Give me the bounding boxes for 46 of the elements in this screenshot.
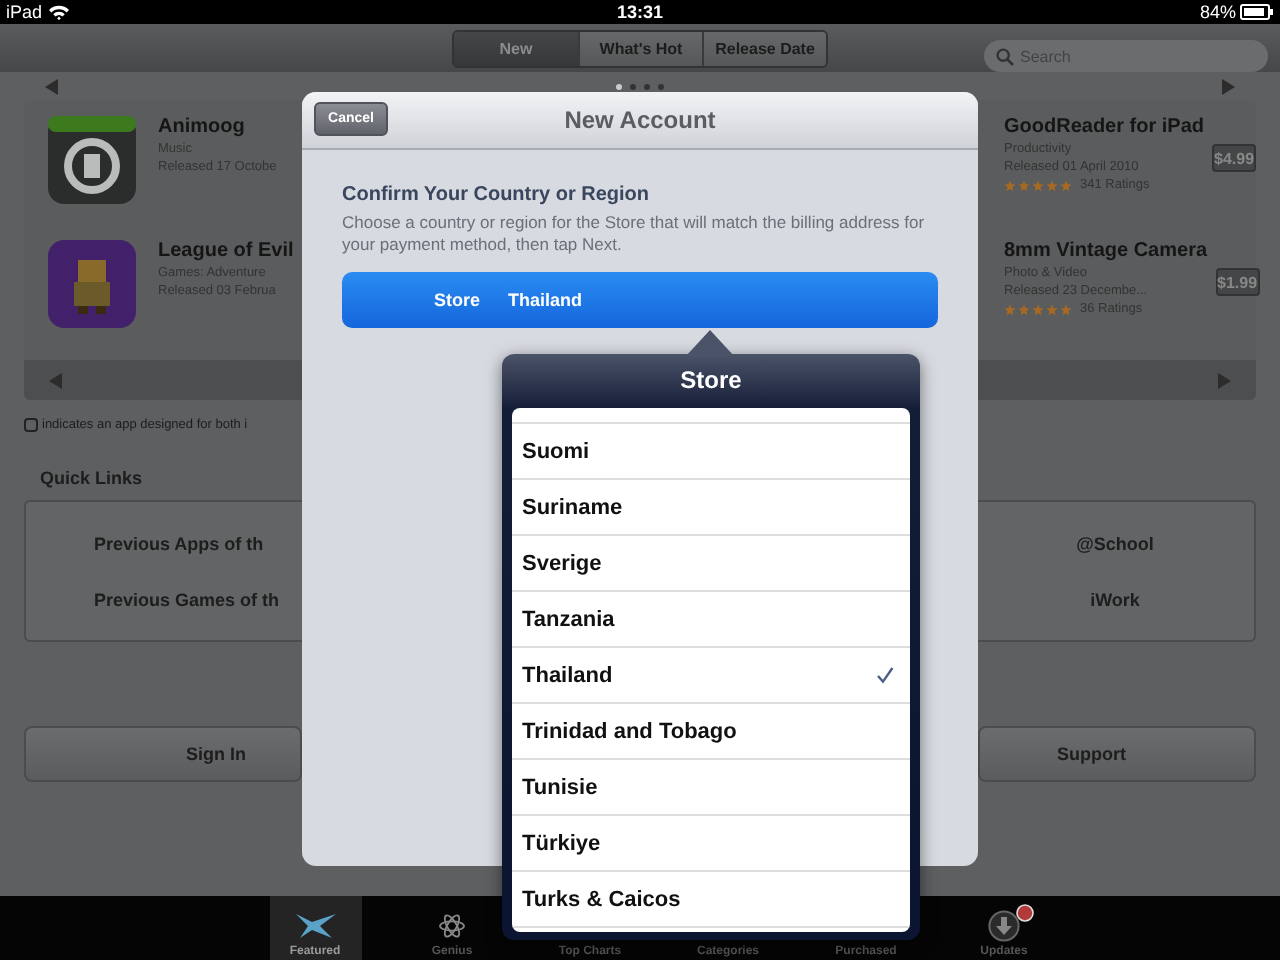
dialog-description: Choose a country or region for the Store that will match the billing address for your payment method, then tap Next. — [342, 212, 927, 256]
segment-tab[interactable]: Release Date — [702, 31, 826, 65]
popover-pointer — [686, 330, 734, 356]
arrow-left-icon[interactable] — [44, 77, 60, 95]
arrow-left-icon[interactable] — [48, 371, 64, 389]
quick-link[interactable]: @School — [1076, 533, 1154, 553]
country-option[interactable]: Türkiye — [522, 831, 601, 855]
account-button[interactable]: Sign In — [24, 726, 302, 782]
country-option[interactable]: Thailand — [522, 663, 613, 687]
segment-tab[interactable]: What's Hot — [578, 31, 702, 65]
battery-percent: 84% — [1199, 2, 1236, 22]
clock-time: 13:31 — [616, 2, 664, 22]
notification-badge-icon — [1016, 904, 1034, 922]
country-option[interactable]: Trinidad and Tobago — [522, 719, 737, 743]
country-option[interactable]: Sverige — [522, 551, 602, 575]
arrow-right-icon[interactable] — [1216, 371, 1232, 389]
dialog-heading: Confirm Your Country or Region — [342, 184, 652, 206]
battery-icon — [1240, 4, 1274, 20]
app-name[interactable]: League of Evil — [158, 240, 294, 262]
popover-title: Store — [678, 364, 744, 398]
country-option[interactable]: Tanzania — [522, 607, 615, 631]
country-option[interactable]: Suriname — [522, 495, 623, 519]
country-option[interactable]: Suomi — [522, 439, 590, 463]
atom-icon — [438, 912, 466, 940]
price-button[interactable]: $1.99 — [1215, 268, 1260, 296]
download-icon — [988, 910, 1020, 942]
app-icon[interactable] — [48, 116, 136, 204]
wifi-icon — [48, 4, 71, 20]
segment-tab[interactable]: New — [454, 31, 578, 65]
dialog-title: New Account — [564, 106, 716, 134]
app-name[interactable]: GoodReader for iPad — [1004, 116, 1205, 138]
price-button[interactable]: $4.99 — [1212, 144, 1257, 172]
store-selector[interactable]: Store Thailand — [342, 272, 938, 328]
section-title: Quick Links — [40, 468, 145, 488]
app-name[interactable]: Animoog — [158, 116, 277, 138]
search-icon — [996, 48, 1014, 66]
country-option[interactable]: Tunisie — [522, 775, 598, 799]
account-button[interactable]: Support — [978, 726, 1256, 782]
quick-link[interactable]: Previous Apps of th — [94, 533, 304, 553]
quick-link[interactable]: Previous Games of th — [94, 589, 304, 609]
app-name[interactable]: 8mm Vintage Camera — [1004, 240, 1208, 262]
country-option[interactable]: Turks & Caicos — [522, 887, 681, 911]
star-shape-icon — [293, 912, 337, 940]
quick-link[interactable]: iWork — [1090, 589, 1140, 609]
device-name: iPad — [6, 2, 43, 22]
arrow-right-icon[interactable] — [1220, 77, 1236, 95]
